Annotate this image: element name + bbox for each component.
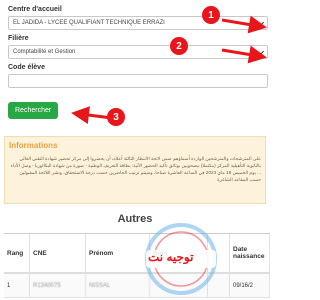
filiere-select[interactable]: Comptabilité et Gestion	[8, 45, 268, 59]
info-title: Informations	[9, 141, 58, 150]
table-row: 1 R1340075 NISSAL 09/16/2	[4, 274, 270, 298]
chevron-down-icon	[256, 18, 265, 27]
results-table: Rang CNE Prénom Nom Date naissance 1 R13…	[4, 233, 270, 298]
search-form: Centre d'accueil EL JADIDA - LYCEE QUALI…	[8, 6, 268, 119]
table-header: Rang CNE Prénom Nom Date naissance	[4, 234, 270, 274]
cell-rang: 1	[4, 274, 30, 297]
cell-cne: R1340075	[30, 274, 86, 297]
header-rang: Rang	[4, 234, 30, 272]
annotation-badge-3: 3	[107, 108, 125, 126]
header-date-naissance: Date naissance	[230, 234, 270, 272]
annotation-badge-2: 2	[170, 37, 188, 55]
cell-date-naissance: 09/16/2	[230, 274, 270, 297]
centre-select[interactable]: EL JADIDA - LYCEE QUALIFIANT TECHNIQUE E…	[8, 16, 268, 30]
header-cne: CNE	[30, 234, 86, 272]
filiere-label: Filière	[8, 35, 29, 42]
code-eleve-label: Code élève	[8, 64, 45, 71]
centre-label: Centre d'accueil	[8, 6, 62, 13]
watermark-text: توجيه نت	[148, 250, 194, 264]
code-eleve-input[interactable]	[8, 74, 268, 88]
info-panel: Informations على المترشحات والمترشحين ال…	[4, 136, 266, 204]
chevron-down-icon	[256, 47, 265, 56]
centre-select-value: EL JADIDA - LYCEE QUALIFIANT TECHNIQUE E…	[13, 20, 165, 26]
search-button[interactable]: Rechercher	[8, 102, 59, 119]
filiere-select-value: Comptabilité et Gestion	[13, 49, 76, 55]
autres-heading: Autres	[117, 213, 153, 225]
annotation-badge-1: 1	[202, 6, 220, 24]
info-text: على المترشحات والمترشحين الواردة أسماؤهم…	[10, 156, 261, 183]
